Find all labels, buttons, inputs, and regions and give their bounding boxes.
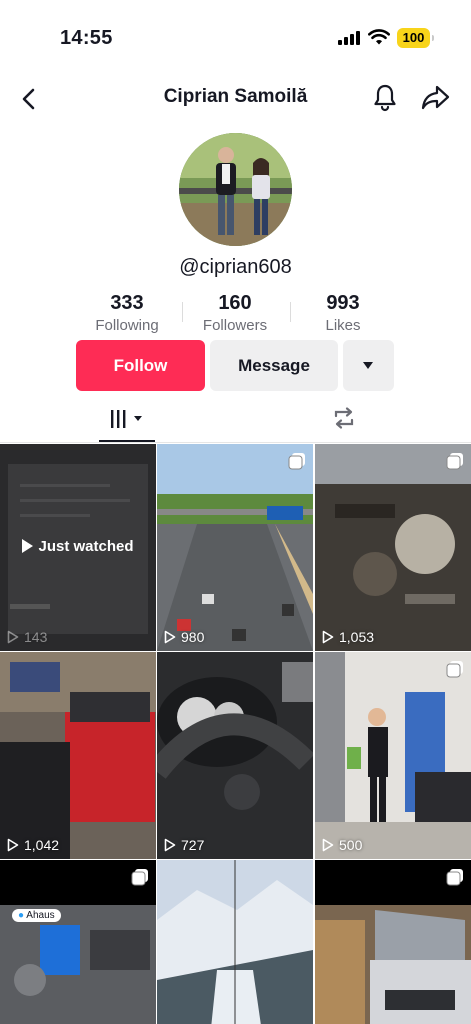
avatar[interactable] xyxy=(179,133,292,246)
view-count: 1,053 xyxy=(322,629,374,645)
multi-photo-icon xyxy=(446,661,463,678)
play-outline-icon xyxy=(322,630,334,644)
bell-icon[interactable] xyxy=(370,82,400,112)
video-thumbnail[interactable]: 1,042 xyxy=(0,652,156,859)
more-options-button[interactable] xyxy=(343,340,394,391)
play-outline-icon xyxy=(322,838,334,852)
message-button[interactable]: Message xyxy=(210,340,338,391)
video-thumbnail[interactable] xyxy=(157,860,313,1024)
content-tabs xyxy=(0,396,471,443)
location-pin-icon: ● xyxy=(18,910,25,921)
video-grid: Just watched 143 980 1,053 1,042 727 500… xyxy=(0,444,471,1024)
view-count: 980 xyxy=(164,629,204,645)
play-outline-icon xyxy=(7,838,19,852)
view-count: 727 xyxy=(164,837,204,853)
video-thumbnail[interactable]: 980 xyxy=(157,444,313,651)
view-count-value: 727 xyxy=(181,837,205,853)
follow-button[interactable]: Follow xyxy=(76,340,205,391)
stat-value: 160 xyxy=(218,292,252,314)
stat-label: Likes xyxy=(325,317,361,334)
stat-following[interactable]: 333 Following xyxy=(72,292,182,334)
stat-likes: 993 Likes xyxy=(288,292,398,334)
page-title: Ciprian Samoilă xyxy=(163,86,308,107)
play-outline-icon xyxy=(164,838,176,852)
multi-photo-icon xyxy=(446,453,463,470)
location-sticker: ● Ahaus xyxy=(12,909,61,922)
play-outline-icon xyxy=(7,630,19,644)
view-count-value: 1,042 xyxy=(24,837,60,853)
status-time: 14:55 xyxy=(60,27,113,49)
play-outline-icon xyxy=(164,630,176,644)
just-watched-label: Just watched xyxy=(0,538,156,555)
view-count: 143 xyxy=(7,629,47,645)
profile-stats: 333 Following 160 Followers 993 Likes xyxy=(0,292,471,336)
battery-icon: 100 xyxy=(397,28,434,48)
stat-label: Followers xyxy=(202,317,268,334)
multi-photo-icon xyxy=(446,869,463,886)
view-count: 500 xyxy=(322,837,362,853)
multi-photo-icon xyxy=(288,453,305,470)
profile-username: @ciprian608 xyxy=(179,256,292,278)
video-thumbnail[interactable]: 727 xyxy=(157,652,313,859)
video-thumbnail[interactable]: 500 xyxy=(315,652,471,859)
repost-tab-icon[interactable] xyxy=(331,405,357,431)
view-count-value: 980 xyxy=(181,629,205,645)
stat-value: 993 xyxy=(326,292,360,314)
video-thumbnail[interactable]: Just watched 143 xyxy=(0,444,156,651)
video-thumbnail[interactable] xyxy=(315,860,471,1024)
stat-label: Following xyxy=(95,317,159,334)
videos-grid-tab-icon[interactable] xyxy=(99,406,155,432)
top-nav: Ciprian Samoilă xyxy=(0,78,471,118)
multi-photo-icon xyxy=(131,869,148,886)
wifi-icon xyxy=(368,29,390,45)
stat-followers[interactable]: 160 Followers xyxy=(180,292,290,334)
location-label: Ahaus xyxy=(26,910,55,921)
view-count: 1,042 xyxy=(7,837,59,853)
view-count-value: 1,053 xyxy=(339,629,375,645)
view-count-value: 500 xyxy=(339,837,363,853)
share-arrow-icon[interactable] xyxy=(420,82,452,112)
active-tab-indicator xyxy=(99,440,155,442)
status-bar: 14:55 100 xyxy=(0,0,471,78)
view-count-value: 143 xyxy=(24,629,48,645)
video-thumbnail[interactable]: ● Ahaus xyxy=(0,860,156,1024)
stat-value: 333 xyxy=(110,292,144,314)
video-thumbnail[interactable]: 1,053 xyxy=(315,444,471,651)
signal-icon xyxy=(338,31,360,45)
